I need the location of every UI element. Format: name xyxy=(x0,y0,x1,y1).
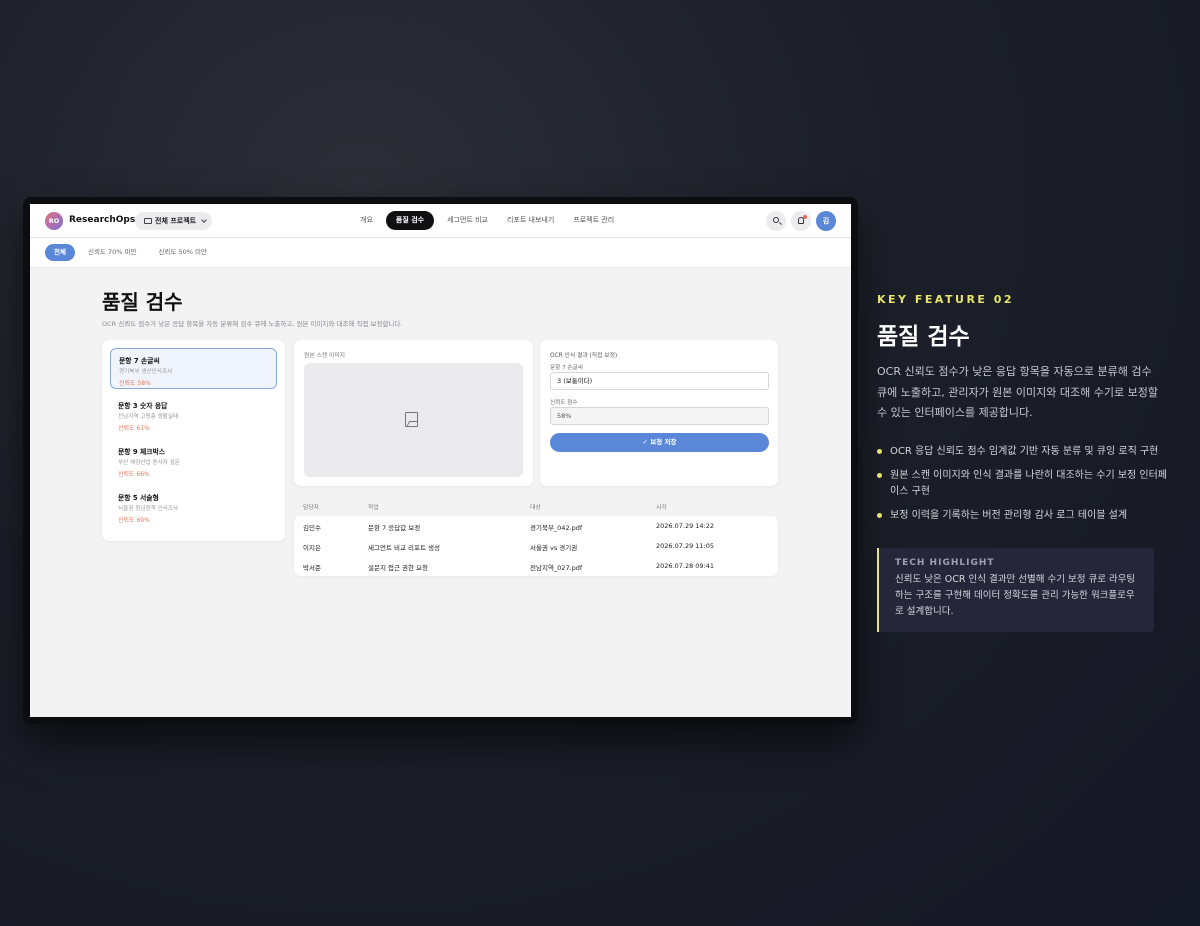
nav-tabs: 개요 품질 검수 세그먼트 비교 리포트 내보내기 프로젝트 관리 xyxy=(354,211,627,230)
feature-bullet: 보정 이력을 기록하는 버전 관리형 감사 로그 테이블 설계 xyxy=(877,508,1167,524)
column-header-task: 작업 xyxy=(368,505,379,511)
queue-item[interactable]: 문항 7 손글씨 경기북부 생산인식조사 신뢰도 58% xyxy=(110,348,277,389)
tab-segment-compare[interactable]: 세그먼트 비교 xyxy=(441,211,494,230)
review-queue: 문항 7 손글씨 경기북부 생산인식조사 신뢰도 58% 문항 3 숫자 응답 … xyxy=(102,340,285,541)
ocr-panel-title: OCR 인식 결과 (직접 보정) xyxy=(550,353,618,359)
image-file-icon xyxy=(405,412,418,427)
cell-time: 2026.07.29 11:05 xyxy=(656,542,715,550)
queue-item-title: 문항 7 손글씨 xyxy=(119,357,160,365)
folder-icon xyxy=(144,218,152,224)
queue-item[interactable]: 문항 5 서술형 서울권 청년정책 인식조사 신뢰도 69% xyxy=(110,486,277,527)
answer-field[interactable]: 3 (보통이다) xyxy=(550,372,769,390)
feature-bullet: 원본 스캔 이미지와 인식 결과를 나란히 대조하는 수기 보정 인터페이스 구… xyxy=(877,468,1167,500)
project-select[interactable]: 전체 프로젝트 xyxy=(135,212,212,230)
cell-assignee: 김민수 xyxy=(303,524,321,532)
app-name: ResearchOps xyxy=(69,215,136,225)
tab-report-export[interactable]: 리포트 내보내기 xyxy=(501,211,560,230)
column-header-assignee: 담당자 xyxy=(303,505,319,511)
top-navigation: RO ResearchOps 전체 프로젝트 개요 품질 검수 세그먼트 비교 … xyxy=(30,204,851,238)
search-button[interactable] xyxy=(766,211,786,231)
logo-badge: RO xyxy=(45,212,63,230)
cell-assignee: 이지은 xyxy=(303,544,321,552)
cell-task: 세그먼트 비교 리포트 생성 xyxy=(368,544,440,552)
tab-quality-review[interactable]: 품질 검수 xyxy=(385,211,435,230)
log-table-header: 담당자 작업 대상 시각 xyxy=(294,500,778,514)
tab-overview[interactable]: 개요 xyxy=(354,211,379,230)
cell-task: 문항 7 응답값 보정 xyxy=(368,524,421,532)
column-header-target: 대상 xyxy=(530,505,541,511)
tech-highlight-text: 신뢰도 낮은 OCR 인식 결과만 선별해 수기 보정 큐로 라우팅하는 구조를… xyxy=(895,574,1136,617)
log-table: 김민수 문항 7 응답값 보정 경기북부_042.pdf 2026.07.29 … xyxy=(294,516,778,576)
cell-target: 전남지역_027.pdf xyxy=(530,564,583,572)
search-icon xyxy=(773,217,779,223)
filter-bar: 전체 신뢰도 70% 미만 신뢰도 50% 미만 xyxy=(30,238,851,268)
app-screen: RO ResearchOps 전체 프로젝트 개요 품질 검수 세그먼트 비교 … xyxy=(30,204,851,717)
avatar[interactable]: 김 xyxy=(816,211,836,231)
cell-task: 설문지 접근 권한 요청 xyxy=(368,564,429,572)
feature-kicker: KEY FEATURE 02 xyxy=(877,293,1015,306)
queue-item-subtitle: 부산 해양산업 종사자 설문 xyxy=(118,460,180,466)
queue-item[interactable]: 문항 3 숫자 응답 전남지역 고령층 생활실태 신뢰도 61% xyxy=(110,394,277,435)
cell-assignee: 박서준 xyxy=(303,564,321,572)
confidence-field: 58% xyxy=(550,407,769,425)
page-title: 품질 검수 xyxy=(102,290,183,314)
scan-panel: 원본 스캔 이미지 xyxy=(294,340,533,486)
table-row[interactable]: 김민수 문항 7 응답값 보정 경기북부_042.pdf 2026.07.29 … xyxy=(294,516,778,536)
confidence-field-label: 신뢰도 점수 xyxy=(550,400,578,406)
queue-item-title: 문항 3 숫자 응답 xyxy=(118,402,168,410)
queue-item-confidence: 신뢰도 66% xyxy=(118,471,150,478)
queue-item-confidence: 신뢰도 69% xyxy=(118,517,150,524)
feature-description: OCR 신뢰도 점수가 낮은 응답 항목을 자동으로 분류해 검수 큐에 노출하… xyxy=(877,365,1158,419)
scan-panel-label: 원본 스캔 이미지 xyxy=(304,353,346,359)
queue-item-title: 문항 5 서술형 xyxy=(118,494,159,502)
feature-title: 품질 검수 xyxy=(877,324,970,350)
queue-item-subtitle: 전남지역 고령층 생활실태 xyxy=(118,414,179,420)
cell-target: 서울권 vs 경기권 xyxy=(530,544,578,552)
notification-dot xyxy=(803,215,807,219)
filter-all[interactable]: 전체 xyxy=(45,244,75,261)
save-button-label: 보정 저장 xyxy=(650,438,677,446)
chevron-down-icon xyxy=(201,217,207,223)
queue-item-subtitle: 경기북부 생산인식조사 xyxy=(119,369,173,375)
notification-button[interactable] xyxy=(791,211,811,231)
nav-actions: 김 xyxy=(766,211,836,231)
queue-item[interactable]: 문항 9 체크박스 부산 해양산업 종사자 설문 신뢰도 66% xyxy=(110,440,277,481)
queue-item-title: 문항 9 체크박스 xyxy=(118,448,165,456)
cell-time: 2026.07.29 14:22 xyxy=(656,522,715,530)
answer-field-label: 문항 7 손글씨 xyxy=(550,365,583,371)
page-description: OCR 신뢰도 점수가 낮은 응답 항목을 자동 분류해 검수 큐에 노출하고,… xyxy=(102,320,403,328)
cell-target: 경기북부_042.pdf xyxy=(530,524,583,532)
queue-item-confidence: 신뢰도 61% xyxy=(118,425,150,432)
table-row[interactable]: 이지은 세그먼트 비교 리포트 생성 서울권 vs 경기권 2026.07.29… xyxy=(294,536,778,556)
table-row[interactable]: 박서준 설문지 접근 권한 요청 전남지역_027.pdf 2026.07.28… xyxy=(294,556,778,576)
cell-time: 2026.07.28 09:41 xyxy=(656,562,715,570)
queue-item-subtitle: 서울권 청년정책 인식조사 xyxy=(118,506,179,512)
tab-project-manage[interactable]: 프로젝트 관리 xyxy=(567,211,620,230)
tech-highlight-label: TECH HIGHLIGHT xyxy=(895,558,995,568)
feature-bullet: OCR 응답 신뢰도 점수 임계값 기반 자동 분류 및 큐잉 로직 구현 xyxy=(877,444,1167,460)
project-select-label: 전체 프로젝트 xyxy=(155,217,197,225)
queue-item-confidence: 신뢰도 58% xyxy=(119,380,151,387)
feature-bullets: OCR 응답 신뢰도 점수 임계값 기반 자동 분류 및 큐잉 로직 구현 원본… xyxy=(877,444,1167,532)
scan-image-area[interactable] xyxy=(304,363,523,477)
ocr-panel: OCR 인식 결과 (직접 보정) 문항 7 손글씨 3 (보통이다) 신뢰도 … xyxy=(540,340,778,486)
filter-below-70[interactable]: 신뢰도 70% 미만 xyxy=(79,244,145,261)
save-correction-button[interactable]: ✓ 보정 저장 xyxy=(550,433,769,452)
column-header-time: 시각 xyxy=(656,505,667,511)
tech-highlight-box: TECH HIGHLIGHT 신뢰도 낮은 OCR 인식 결과만 선별해 수기 … xyxy=(877,548,1154,632)
filter-below-50[interactable]: 신뢰도 50% 미만 xyxy=(149,244,215,261)
